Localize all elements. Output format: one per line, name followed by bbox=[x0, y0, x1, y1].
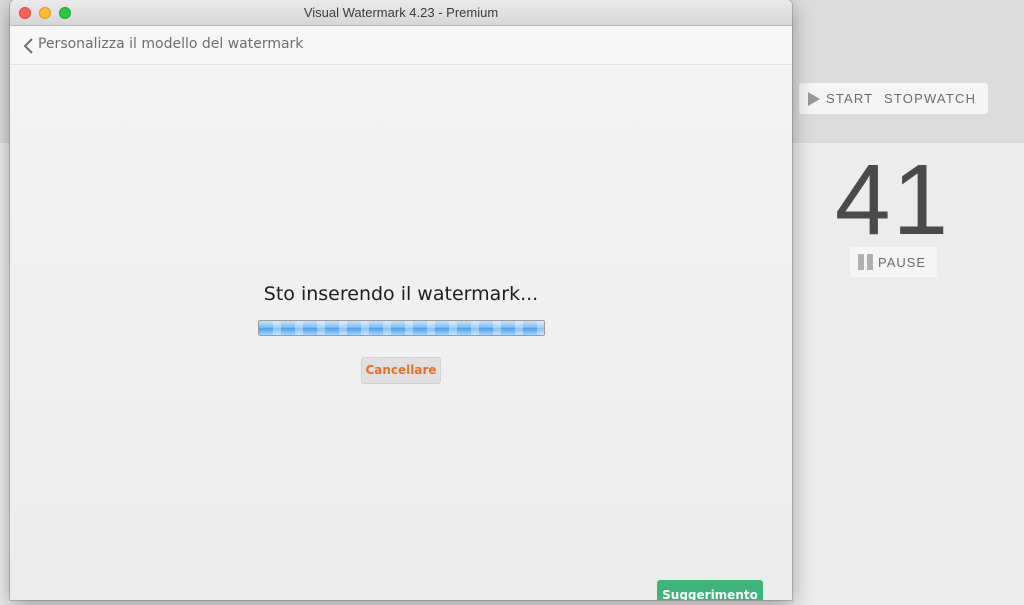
app-window: Visual Watermark 4.23 - Premium Personal… bbox=[10, 0, 792, 600]
window-title: Visual Watermark 4.23 - Premium bbox=[303, 5, 499, 20]
stopwatch-count: 41 bbox=[834, 144, 951, 256]
start-stopwatch-label: START STOPWATCH bbox=[826, 91, 977, 106]
play-icon bbox=[808, 91, 820, 106]
start-stopwatch-button[interactable]: START STOPWATCH bbox=[799, 83, 988, 114]
navigation-bar: Personalizza il modello del watermark bbox=[10, 26, 792, 65]
cancel-button[interactable]: Cancellare bbox=[361, 357, 441, 384]
screen: START STOPWATCH 41 PAUSE Visual Watermar… bbox=[0, 0, 1024, 605]
title-bar[interactable]: Visual Watermark 4.23 - Premium bbox=[10, 0, 792, 26]
progress-bar-fill bbox=[259, 321, 544, 335]
progress-bar bbox=[258, 320, 545, 336]
chevron-left-icon[interactable] bbox=[22, 37, 36, 55]
pause-label: PAUSE bbox=[878, 254, 927, 270]
zoom-window-button[interactable] bbox=[59, 7, 71, 19]
pause-icon bbox=[858, 254, 873, 270]
status-message: Sto inserendo il watermark... bbox=[263, 283, 539, 305]
back-link[interactable]: Personalizza il modello del watermark bbox=[38, 36, 303, 52]
pause-button[interactable]: PAUSE bbox=[850, 247, 937, 277]
close-window-button[interactable] bbox=[19, 7, 31, 19]
minimize-window-button[interactable] bbox=[39, 7, 51, 19]
suggestion-button[interactable]: Suggerimento bbox=[657, 580, 763, 600]
window-content: Personalizza il modello del watermark St… bbox=[10, 26, 792, 600]
